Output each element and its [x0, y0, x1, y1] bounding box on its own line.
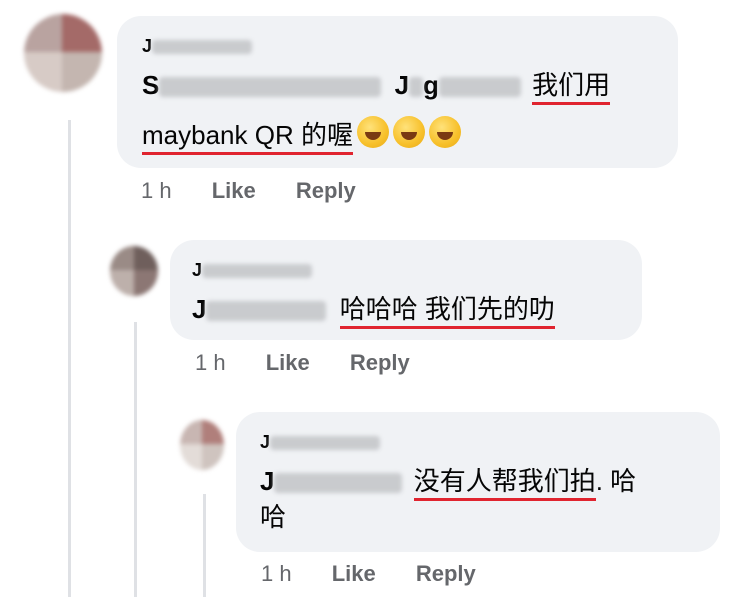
- comment-bubble: J S Jg 我们用 maybank QR 的喔: [117, 16, 678, 168]
- timestamp[interactable]: 1 h: [141, 178, 172, 203]
- reply-button[interactable]: Reply: [416, 561, 476, 586]
- timestamp[interactable]: 1 h: [261, 561, 292, 586]
- like-button[interactable]: Like: [212, 178, 256, 203]
- rolling-on-floor-laughing-icon: [392, 116, 425, 148]
- mention[interactable]: S: [142, 70, 382, 100]
- comment-text: S Jg 我们用: [142, 68, 611, 105]
- thread-line: [68, 120, 71, 597]
- comment-text: J 没有人帮我们拍. 哈: [260, 464, 636, 501]
- avatar[interactable]: [180, 420, 224, 470]
- like-button[interactable]: Like: [266, 350, 310, 375]
- comment-text: 哈: [260, 502, 287, 532]
- rolling-on-floor-laughing-icon: [356, 116, 389, 148]
- mention[interactable]: J: [260, 466, 403, 496]
- comment-text: maybank QR 的喔: [142, 116, 461, 155]
- comment-bubble: J J 没有人帮我们拍. 哈 哈: [236, 412, 720, 552]
- reply-button[interactable]: Reply: [296, 178, 356, 203]
- comment-author[interactable]: J: [260, 432, 381, 453]
- comment-actions: 1 h Like Reply: [195, 350, 444, 376]
- mention[interactable]: Jg: [395, 70, 521, 100]
- avatar[interactable]: [24, 14, 102, 92]
- comment-author[interactable]: J: [192, 260, 313, 281]
- comment-bubble: J J 哈哈哈 我们先的叻: [170, 240, 642, 340]
- mention[interactable]: J: [192, 294, 327, 324]
- comment-author[interactable]: J: [142, 36, 253, 57]
- avatar[interactable]: [110, 246, 158, 296]
- timestamp[interactable]: 1 h: [195, 350, 226, 375]
- thread-line: [134, 322, 137, 597]
- thread-line: [203, 494, 206, 597]
- comment-text: J 哈哈哈 我们先的叻: [192, 292, 555, 329]
- reply-button[interactable]: Reply: [350, 350, 410, 375]
- like-button[interactable]: Like: [332, 561, 376, 586]
- comment-actions: 1 h Like Reply: [261, 561, 510, 587]
- rolling-on-floor-laughing-icon: [428, 116, 461, 148]
- comment-actions: 1 h Like Reply: [141, 178, 390, 204]
